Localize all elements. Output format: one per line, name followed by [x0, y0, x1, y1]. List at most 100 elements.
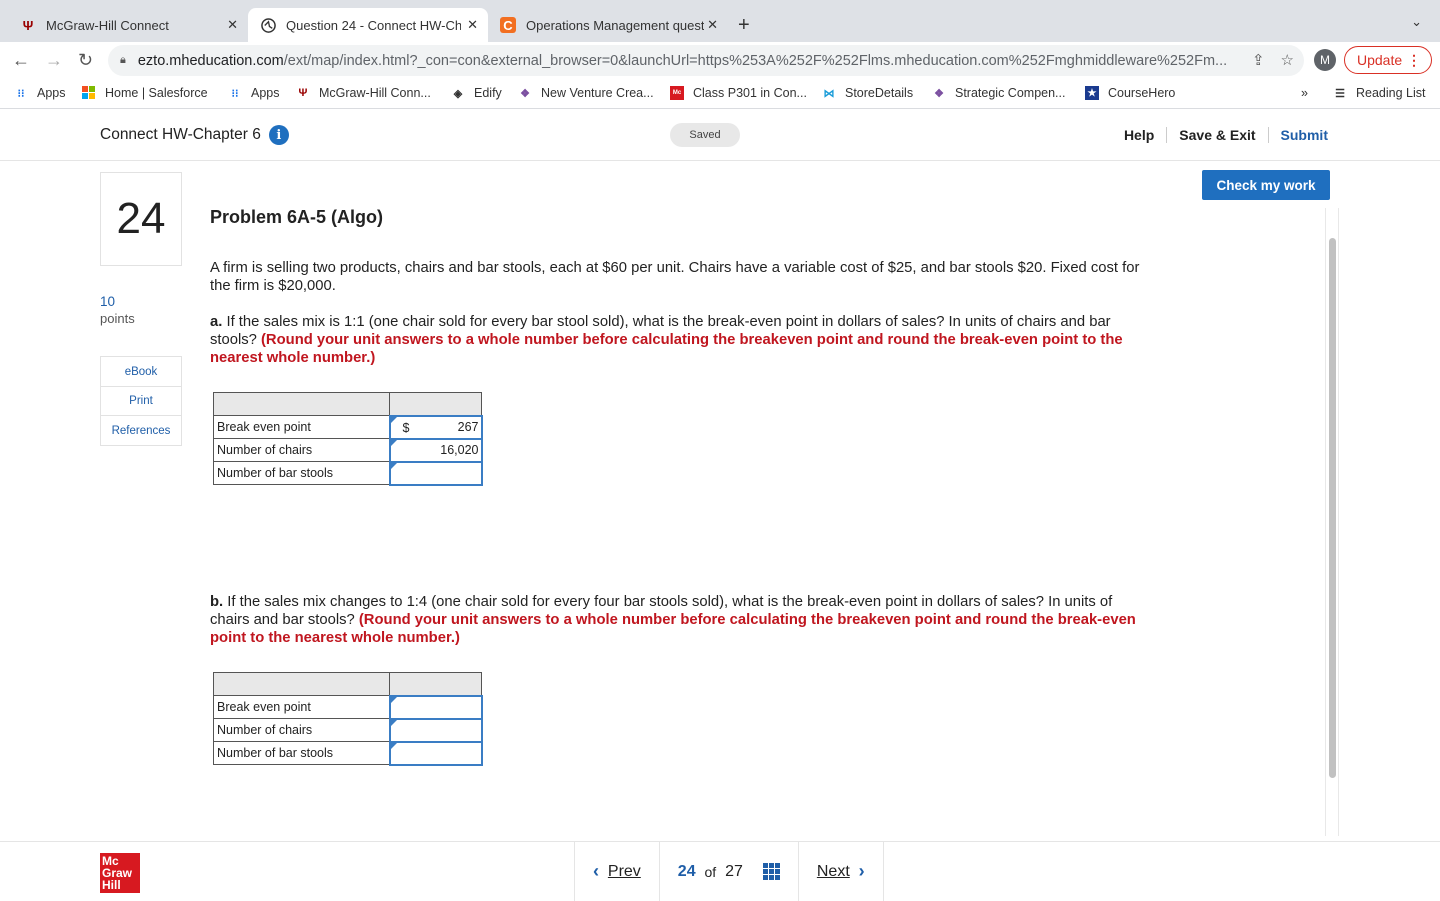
input-marker-icon	[390, 462, 397, 469]
bookmark-storedetails[interactable]: ⋈ StoreDetails	[822, 86, 914, 100]
tab-question-24[interactable]: Question 24 - Connect HW-Ch ✕	[248, 8, 488, 42]
currency-symbol: $	[402, 420, 410, 435]
print-link[interactable]: Print	[101, 387, 181, 416]
bookmark-new-venture[interactable]: ❖ New Venture Crea...	[518, 86, 654, 100]
forward-icon[interactable]: →	[45, 50, 63, 71]
scrollbar-thumb[interactable]	[1329, 238, 1336, 778]
bookmark-label: Apps	[37, 86, 66, 100]
break-even-point-input-a[interactable]: $267	[388, 414, 483, 440]
chegg-icon: C	[500, 17, 516, 33]
grid-icon	[762, 863, 780, 880]
table-row: Number of chairs 16,020	[213, 437, 483, 463]
bookmark-edify[interactable]: ◈ Edify	[451, 86, 502, 100]
reload-icon[interactable]: ↻	[78, 50, 93, 71]
answer-table-a: Break even point $267 Number of chairs 1…	[213, 392, 483, 486]
assignment-title-text: Connect HW-Chapter 6	[100, 126, 261, 143]
chevron-down-icon[interactable]: ⌄	[1411, 14, 1422, 30]
problem-title: Problem 6A-5 (Algo)	[210, 207, 384, 227]
input-marker-icon	[390, 719, 397, 726]
browser-tab-bar: Ψ McGraw-Hill Connect ✕ Question 24 - Co…	[0, 0, 1440, 42]
references-link[interactable]: References	[101, 416, 181, 445]
save-exit-link[interactable]: Save & Exit	[1167, 127, 1267, 143]
table-row: Number of chairs	[213, 717, 483, 743]
reading-list-icon: ☰	[1335, 87, 1345, 100]
bookmarks-bar: ⁝⁝ Apps Home | Salesforce ⁝⁝ Apps Ψ McGraw-…	[0, 79, 1440, 109]
tab-mcgraw-hill-connect[interactable]: Ψ McGraw-Hill Connect ✕	[8, 8, 248, 42]
bookmark-label: Edify	[474, 86, 502, 100]
bookmarks-overflow-button[interactable]: »	[1301, 86, 1308, 100]
star-icon[interactable]: ☆	[1281, 51, 1294, 69]
number-of-chairs-input-a[interactable]: 16,020	[388, 437, 483, 463]
update-label: Update	[1357, 52, 1403, 68]
url-host: ezto.mheducation.com	[137, 52, 284, 69]
table-row: Break even point $267	[213, 414, 483, 440]
reading-list-button[interactable]: ☰ Reading List	[1333, 86, 1425, 100]
next-button[interactable]: Next ›	[797, 842, 884, 901]
bookmark-coursehero[interactable]: ★ CourseHero	[1085, 86, 1175, 100]
check-my-work-button[interactable]: Check my work	[1202, 170, 1330, 200]
mcgraw-trident-icon: Ψ	[298, 87, 308, 99]
coursehero-icon: ★	[1085, 86, 1099, 100]
table-header-row	[213, 392, 482, 416]
more-icon: ⋮	[1407, 51, 1421, 68]
info-icon[interactable]: i	[268, 125, 289, 145]
bookmark-apps-2[interactable]: ⁝⁝ Apps	[228, 86, 280, 100]
problem-intro: A firm is selling two products, chairs a…	[210, 260, 1140, 294]
bookmark-apps[interactable]: ⁝⁝ Apps	[14, 86, 66, 100]
avatar[interactable]: M	[1314, 49, 1336, 71]
close-icon[interactable]: ✕	[467, 17, 478, 33]
mcgraw-trident-icon: Ψ	[22, 17, 34, 33]
points-label: points	[100, 311, 135, 326]
table-row: Number of bar stools	[213, 460, 483, 486]
back-icon[interactable]: ←	[12, 50, 30, 71]
tab-operations-management[interactable]: C Operations Management quest ✕	[488, 8, 728, 42]
bookmark-strategic[interactable]: ❖ Strategic Compen...	[932, 86, 1065, 100]
tab-label: Question 24 - Connect HW-Ch	[286, 17, 461, 33]
row-label: Number of chairs	[213, 438, 390, 462]
edify-icon: ◈	[453, 87, 463, 100]
next-label: Next	[816, 862, 850, 880]
address-toolbar: ← → ↻ 🔒︎ ezto.mheducation.com/ext/map/in…	[0, 42, 1440, 79]
prev-button[interactable]: ‹ Prev	[574, 842, 659, 901]
bookmark-label: Class P301 in Con...	[693, 86, 807, 100]
bowtie-icon: ⋈	[823, 87, 835, 100]
close-icon[interactable]: ✕	[707, 17, 718, 33]
bookmark-mcgraw-hill[interactable]: Ψ McGraw-Hill Conn...	[296, 86, 431, 100]
question-number: 24	[100, 172, 182, 266]
bookmark-label: New Venture Crea...	[541, 86, 654, 100]
url-input[interactable]: 🔒︎ ezto.mheducation.com/ext/map/index.ht…	[108, 45, 1304, 76]
help-link[interactable]: Help	[1112, 127, 1166, 143]
share-icon[interactable]: ⇪	[1252, 51, 1265, 69]
update-button[interactable]: Update ⋮	[1344, 46, 1432, 74]
answer-table-b: Break even point Number of chairs Number…	[213, 672, 483, 766]
number-of-bar-stools-input-b[interactable]	[388, 740, 483, 766]
total-pages: 27	[725, 862, 743, 880]
submit-link[interactable]: Submit	[1269, 127, 1328, 143]
url-path: /ext/map/index.html?_con=con&external_br…	[283, 52, 1228, 69]
close-icon[interactable]: ✕	[227, 17, 238, 33]
new-tab-button[interactable]: +	[738, 14, 750, 37]
bookmark-class-p301[interactable]: Mc Class P301 in Con...	[670, 86, 807, 100]
ebook-link[interactable]: eBook	[101, 357, 181, 387]
prev-label: Prev	[607, 862, 641, 880]
page-indicator[interactable]: 24 of 27	[658, 842, 798, 901]
lock-icon: 🔒︎	[120, 54, 126, 66]
saved-status-badge: Saved	[670, 123, 740, 147]
grape-icon: ❖	[934, 87, 944, 100]
grape-icon: ❖	[520, 87, 530, 100]
break-even-point-input-b[interactable]	[388, 694, 483, 720]
mcgraw-logo-icon: Mc	[670, 86, 684, 100]
mcgraw-hill-logo: Mc Graw Hill	[100, 853, 140, 893]
number-of-bar-stools-input-a[interactable]	[388, 460, 483, 486]
bookmark-label: Strategic Compen...	[955, 86, 1066, 100]
part-b-prefix: b.	[210, 594, 224, 610]
globe-icon	[260, 17, 276, 33]
chevron-right-icon: ›	[858, 861, 865, 881]
bookmark-salesforce[interactable]: Home | Salesforce	[82, 86, 208, 100]
input-marker-icon	[390, 742, 397, 749]
part-b-question: b. If the sales mix changes to 1:4 (one …	[210, 593, 1150, 647]
input-value: 267	[457, 420, 479, 434]
number-of-chairs-input-b[interactable]	[388, 717, 483, 743]
resource-rail: eBook Print References	[100, 356, 182, 446]
points-value: 10	[100, 294, 116, 309]
